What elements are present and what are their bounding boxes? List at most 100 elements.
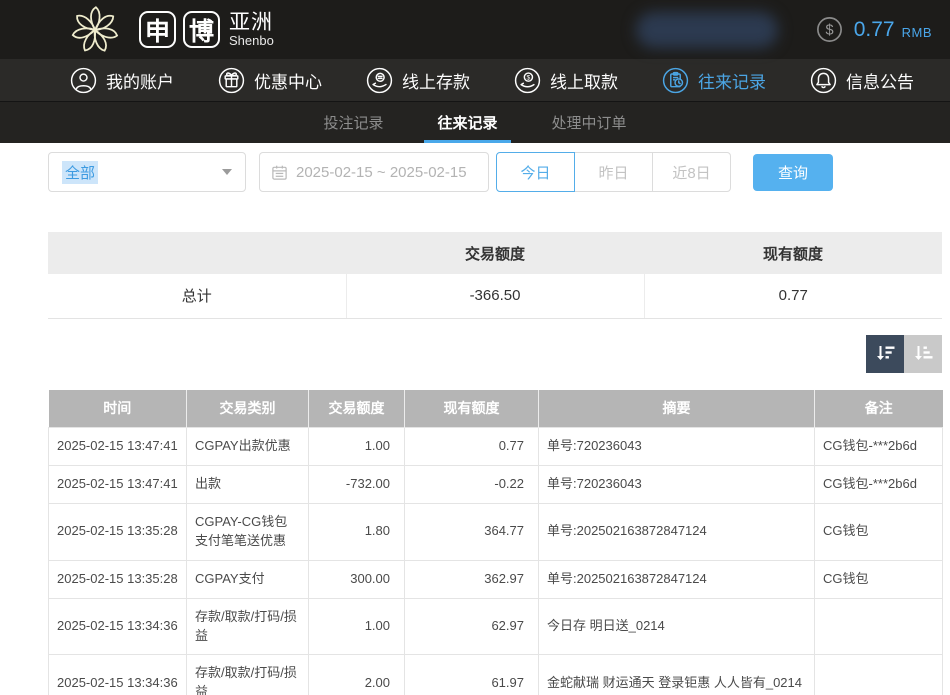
cell-time: 2025-02-15 13:35:28 (49, 560, 187, 598)
col-header-summary: 摘要 (539, 390, 815, 428)
sort-ascending-icon (912, 342, 935, 365)
cell-amount: 1.80 (309, 504, 405, 561)
col-header-time: 时间 (49, 390, 187, 428)
brand-logo: 申 博 亚洲 Shenbo (62, 3, 274, 57)
filter-bar: 全部 2025-02-15 ~ 2025-02-15 今日 昨日 近8日 查询 (48, 152, 942, 192)
table-row: 2025-02-15 13:34:36 存款/取款/打码/损益 2.00 61.… (49, 655, 943, 695)
col-header-amount: 交易额度 (309, 390, 405, 428)
date-range-value: 2025-02-15 ~ 2025-02-15 (296, 164, 467, 181)
cell-balance: 364.77 (405, 504, 539, 561)
balance-currency: RMB (902, 20, 932, 40)
account-summary: $ 0.77 RMB (636, 12, 932, 48)
sort-controls (48, 335, 942, 373)
cell-summary: 今日存 明日送_0214 (539, 598, 815, 655)
svg-text:$: $ (825, 23, 833, 39)
quick-range-yesterday[interactable]: 昨日 (574, 152, 653, 192)
table-row: 2025-02-15 13:35:28 CGPAY-CG钱包支付笔笔送优惠 1.… (49, 504, 943, 561)
dollar-circle-icon: $ (816, 16, 843, 43)
cell-balance: 362.97 (405, 560, 539, 598)
table-row: 2025-02-15 13:34:36 存款/取款/打码/损益 1.00 62.… (49, 598, 943, 655)
cell-summary: 单号:202502163872847124 (539, 560, 815, 598)
nav-label: 线上存款 (402, 68, 470, 93)
cell-balance: -0.22 (405, 466, 539, 504)
table-row: 2025-02-15 13:47:41 出款 -732.00 -0.22 单号:… (49, 466, 943, 504)
cell-category: 存款/取款/打码/损益 (187, 598, 309, 655)
cell-summary: 单号:720236043 (539, 466, 815, 504)
cell-remark (815, 598, 943, 655)
record-tabs: 投注记录 往来记录 处理中订单 (0, 102, 950, 143)
cell-category: 出款 (187, 466, 309, 504)
cell-category: CGPAY支付 (187, 560, 309, 598)
quick-range-group: 今日 昨日 近8日 (497, 152, 731, 192)
cell-summary: 金蛇献瑞 财运通天 登录钜惠 人人皆有_0214 (539, 655, 815, 695)
summary-header-current-balance: 现有额度 (644, 232, 942, 274)
cell-time: 2025-02-15 13:34:36 (49, 655, 187, 695)
withdraw-icon: $ (514, 67, 541, 94)
cell-amount: -732.00 (309, 466, 405, 504)
nav-label: 信息公告 (846, 68, 914, 93)
cell-category: 存款/取款/打码/损益 (187, 655, 309, 695)
sort-descending-icon (874, 342, 897, 365)
cell-summary: 单号:720236043 (539, 428, 815, 466)
tab-pending-orders[interactable]: 处理中订单 (539, 102, 640, 143)
brand-subtitle: Shenbo (229, 34, 274, 48)
records-table: 时间 交易类别 交易额度 现有额度 摘要 备注 2025-02-15 13:47… (48, 390, 943, 695)
top-header: 申 博 亚洲 Shenbo $ 0.77 RMB (0, 0, 950, 59)
tab-betting-records[interactable]: 投注记录 (310, 102, 396, 143)
category-select[interactable]: 全部 (48, 152, 246, 192)
svg-text:$: $ (527, 74, 531, 81)
nav-item-withdraw[interactable]: $ 线上取款 (514, 67, 618, 94)
nav-item-announcements[interactable]: 信息公告 (810, 67, 914, 94)
nav-item-my-account[interactable]: 我的账户 (70, 67, 174, 94)
quick-range-today[interactable]: 今日 (496, 152, 575, 192)
tab-transaction-records[interactable]: 往来记录 (424, 102, 510, 143)
sort-ascending-button[interactable] (904, 335, 942, 373)
gift-icon (218, 67, 245, 94)
quick-range-last8days[interactable]: 近8日 (652, 152, 731, 192)
summary-table: 交易额度 现有额度 总计 -366.50 0.77 (48, 232, 942, 319)
date-range-input[interactable]: 2025-02-15 ~ 2025-02-15 (259, 152, 489, 192)
cell-time: 2025-02-15 13:35:28 (49, 504, 187, 561)
nav-label: 线上取款 (550, 68, 618, 93)
flower-logo-icon (62, 3, 128, 57)
cell-category: CGPAY出款优惠 (187, 428, 309, 466)
summary-total-label: 总计 (48, 274, 346, 318)
chevron-down-icon (222, 169, 232, 175)
category-select-value: 全部 (62, 161, 98, 184)
brand-region: 亚洲 (229, 12, 274, 34)
main-nav: 我的账户 优惠中心 线上存款 $ (0, 59, 950, 102)
bell-icon (810, 67, 837, 94)
calendar-icon (271, 164, 288, 181)
records-icon (662, 67, 689, 94)
nav-label: 我的账户 (106, 68, 174, 93)
transaction-records-page: 申 博 亚洲 Shenbo $ 0.77 RMB 我的账户 (0, 0, 950, 695)
cell-category: CGPAY-CG钱包支付笔笔送优惠 (187, 504, 309, 561)
summary-header-empty (48, 232, 346, 274)
deposit-icon (366, 67, 393, 94)
cell-amount: 1.00 (309, 598, 405, 655)
nav-label: 优惠中心 (254, 68, 322, 93)
col-header-remark: 备注 (815, 390, 943, 428)
search-button[interactable]: 查询 (753, 154, 833, 191)
cell-time: 2025-02-15 13:34:36 (49, 598, 187, 655)
records-header-row: 时间 交易类别 交易额度 现有额度 摘要 备注 (49, 390, 943, 428)
table-row: 2025-02-15 13:47:41 CGPAY出款优惠 1.00 0.77 … (49, 428, 943, 466)
cell-amount: 1.00 (309, 428, 405, 466)
nav-item-records[interactable]: 往来记录 (662, 67, 766, 94)
cell-balance: 0.77 (405, 428, 539, 466)
cell-balance: 62.97 (405, 598, 539, 655)
balance-amount: 0.77 (854, 18, 895, 42)
cell-balance: 61.97 (405, 655, 539, 695)
nav-item-deposit[interactable]: 线上存款 (366, 67, 470, 94)
summary-header-transaction-amount: 交易额度 (346, 232, 644, 274)
cell-time: 2025-02-15 13:47:41 (49, 466, 187, 504)
nav-item-promotions[interactable]: 优惠中心 (218, 67, 322, 94)
summary-total-transaction: -366.50 (346, 274, 644, 318)
cell-remark: CG钱包-***2b6d (815, 428, 943, 466)
col-header-category: 交易类别 (187, 390, 309, 428)
sort-descending-button[interactable] (866, 335, 904, 373)
summary-header-row: 交易额度 现有额度 (48, 232, 942, 274)
table-row: 2025-02-15 13:35:28 CGPAY支付 300.00 362.9… (49, 560, 943, 598)
cell-summary: 单号:202502163872847124 (539, 504, 815, 561)
brand-text: 亚洲 Shenbo (229, 12, 274, 48)
